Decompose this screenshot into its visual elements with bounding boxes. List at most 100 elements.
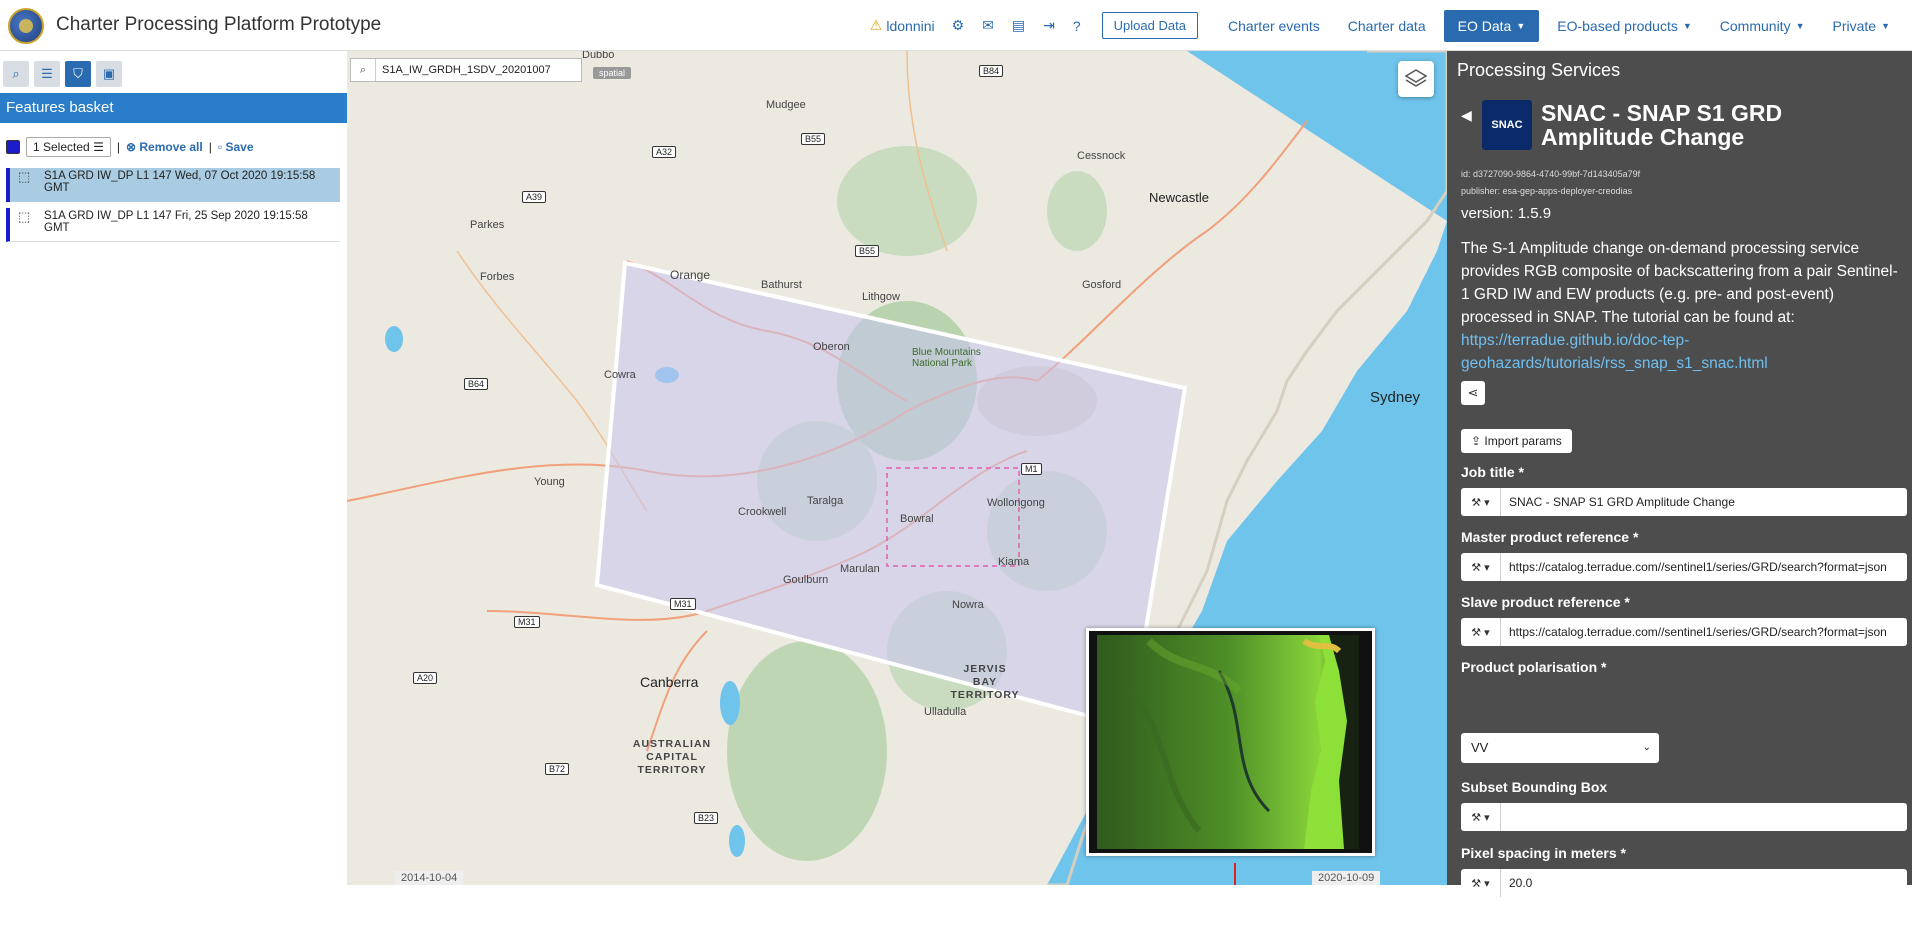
magic-wand-dropdown[interactable]: ⚒ ▾	[1461, 803, 1501, 831]
feature-footprint-icon: ⬚	[18, 209, 31, 224]
nav-charter-data[interactable]: Charter data	[1334, 0, 1440, 51]
map-label-forbes: Forbes	[480, 271, 515, 283]
list-icon: ☰	[93, 140, 104, 154]
user-menu[interactable]: ⚠ ldonnini	[870, 17, 935, 34]
map-label-canberra: Canberra	[640, 674, 699, 690]
selected-label: 1 Selected	[33, 140, 90, 154]
service-id: id: d3727090-9864-4740-99bf-7d143405a79f	[1461, 169, 1641, 179]
map-label-gosford: Gosford	[1082, 279, 1122, 291]
map-label-young: Young	[534, 476, 565, 488]
import-params-button[interactable]: ⇪ Import params	[1461, 429, 1572, 453]
left-panel: ⌕ ☰ ⛉ ▣ Features basket ◀ 1 Selected ☰ |…	[0, 51, 359, 885]
remove-all-button[interactable]: ⊗ Remove all	[126, 140, 203, 154]
bbox-input[interactable]	[1501, 803, 1907, 831]
description-text: The S-1 Amplitude change on-demand proce…	[1461, 240, 1898, 326]
help-icon[interactable]: ?	[1073, 18, 1081, 34]
book-icon[interactable]: ▤	[1012, 17, 1025, 34]
road-shield: B55	[801, 133, 826, 145]
envelope-icon[interactable]: ✉	[982, 17, 994, 34]
map-view[interactable]: Dubbo Sydney Newcastle Canberra Wollongo…	[347, 51, 1447, 885]
nav-community[interactable]: Community ▼	[1706, 0, 1819, 51]
job-title-input[interactable]: SNAC - SNAP S1 GRD Amplitude Change	[1501, 488, 1907, 516]
road-shield: B64	[464, 378, 489, 390]
nav-label: Charter events	[1227, 17, 1320, 34]
share-icon: ⋖	[1467, 385, 1479, 400]
back-arrow-icon[interactable]: ◀	[1461, 107, 1472, 124]
layers-button[interactable]	[1398, 61, 1434, 97]
save-button[interactable]: ▫ Save	[218, 140, 254, 154]
master-product-input[interactable]: https://catalog.terradue.com//sentinel1/…	[1501, 553, 1907, 581]
chevron-down-icon: ⌄	[1642, 742, 1651, 753]
sign-out-icon[interactable]: ⇥	[1043, 17, 1055, 34]
quicklook-preview[interactable]	[1086, 628, 1375, 856]
map-label-kiama: Kiama	[998, 556, 1030, 568]
layers-icon	[1404, 69, 1428, 87]
top-bar: Charter Processing Platform Prototype ⚠ l…	[0, 0, 1912, 51]
map-label-lithgow: Lithgow	[862, 291, 900, 303]
nav-eo-based-products[interactable]: EO-based products ▼	[1543, 0, 1706, 51]
app-logo[interactable]	[8, 8, 44, 44]
nav-private[interactable]: Private ▼	[1819, 0, 1905, 51]
bbox-label: Subset Bounding Box	[1461, 779, 1608, 795]
nav-label: EO-based products	[1557, 17, 1678, 34]
map-label-oberon: Oberon	[813, 341, 850, 353]
magic-wand-dropdown[interactable]: ⚒ ▾	[1461, 618, 1501, 646]
timeline-start-label: 2014-10-04	[395, 871, 464, 885]
road-shield: A39	[522, 191, 547, 203]
search-tab[interactable]: ⌕	[3, 61, 29, 87]
map-search-box[interactable]: ⌕ S1A_IW_GRDH_1SDV_20201007	[350, 58, 582, 82]
caret-down-icon: ▼	[1881, 20, 1890, 31]
app-title[interactable]: Charter Processing Platform Prototype	[56, 14, 381, 36]
nav-label: Charter data	[1347, 17, 1426, 34]
list-tab[interactable]: ☰	[34, 61, 60, 87]
archive-tab[interactable]: ▣	[96, 61, 122, 87]
feature-footprint-icon: ⬚	[18, 169, 31, 184]
share-button[interactable]: ⋖	[1461, 381, 1485, 405]
feature-item[interactable]: ⬚ S1A GRD IW_DP L1 147 Wed, 07 Oct 2020 …	[6, 168, 340, 202]
select-all-checkbox[interactable]	[6, 140, 20, 154]
slave-product-input[interactable]: https://catalog.terradue.com//sentinel1/…	[1501, 618, 1907, 646]
map-label-bathurst: Bathurst	[761, 279, 802, 291]
upload-data-button[interactable]: Upload Data	[1101, 12, 1198, 39]
caret-down-icon: ▼	[1682, 20, 1692, 31]
road-shield: B84	[979, 65, 1004, 77]
left-tabs: ⌕ ☰ ⛉ ▣	[0, 61, 122, 87]
nav-eo-data[interactable]: EO Data ▼	[1443, 9, 1540, 42]
timeline-end-label: 2020-10-09	[1312, 871, 1381, 885]
polarisation-select[interactable]: VV ⌄	[1461, 733, 1659, 763]
pixel-spacing-label: Pixel spacing in meters *	[1461, 845, 1626, 861]
map-label-nowra: Nowra	[952, 599, 984, 611]
warning-icon: ⚠	[869, 17, 883, 33]
road-shield: M1	[1021, 463, 1042, 475]
map-label-cessnock: Cessnock	[1077, 150, 1126, 162]
basket-tab[interactable]: ⛉	[65, 61, 91, 87]
magic-wand-icon: ⚒ ▾	[1471, 877, 1490, 890]
magic-wand-icon: ⚒ ▾	[1471, 496, 1490, 509]
road-shield: A20	[413, 672, 438, 684]
feature-label: S1A GRD IW_DP L1 147 Wed, 07 Oct 2020 19…	[44, 170, 316, 194]
map-label-parkes: Parkes	[470, 219, 505, 231]
divider: |	[208, 140, 212, 154]
master-product-field: ⚒ ▾ https://catalog.terradue.com//sentin…	[1461, 553, 1907, 581]
road-shield: A32	[652, 146, 677, 158]
processing-services-panel: Processing Services ◀ SNAC SNAC - SNAP S…	[1447, 51, 1912, 938]
pixel-spacing-input[interactable]: 20.0	[1501, 869, 1907, 897]
map-label-ulladulla: Ulladulla	[924, 706, 967, 718]
magic-wand-dropdown[interactable]: ⚒ ▾	[1461, 488, 1501, 516]
nav-charter-events[interactable]: Charter events	[1214, 0, 1334, 51]
magic-wand-dropdown[interactable]: ⚒ ▾	[1461, 553, 1501, 581]
service-title: SNAC - SNAP S1 GRD Amplitude Change	[1541, 100, 1783, 150]
pixel-spacing-field: ⚒ ▾ 20.0	[1461, 869, 1907, 897]
map-label-wollongong: Wollongong	[987, 497, 1045, 509]
magic-wand-dropdown[interactable]: ⚒ ▾	[1461, 869, 1501, 897]
service-logo: SNAC	[1482, 100, 1532, 150]
gear-icon[interactable]: ⚙	[952, 17, 965, 34]
selected-dropdown[interactable]: 1 Selected ☰	[26, 137, 111, 157]
spatial-filter-badge[interactable]: spatial	[593, 67, 632, 79]
map-label-bowral: Bowral	[900, 513, 934, 525]
feature-item[interactable]: ⬚ S1A GRD IW_DP L1 147 Fri, 25 Sep 2020 …	[6, 208, 340, 242]
divider: |	[116, 140, 120, 154]
quicklook-image	[1097, 635, 1359, 849]
tutorial-link[interactable]: https://terradue.github.io/doc-tep-geoha…	[1461, 329, 1901, 375]
job-title-label: Job title *	[1461, 464, 1525, 480]
